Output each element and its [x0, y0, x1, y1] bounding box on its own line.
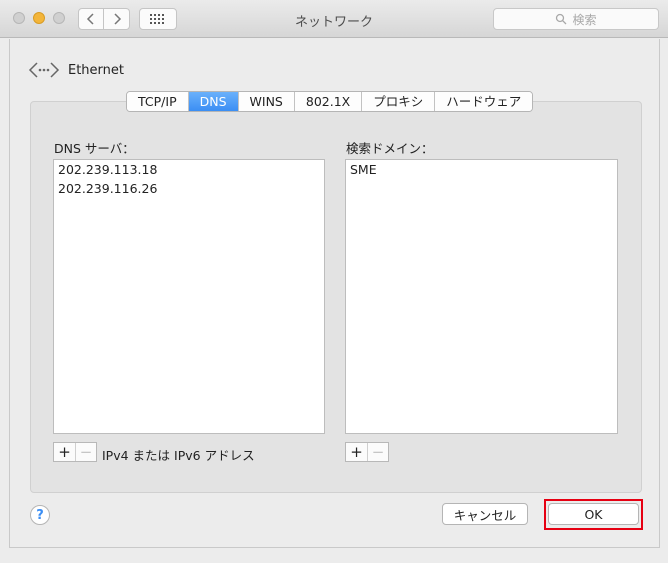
- search-domain-row[interactable]: SME: [346, 160, 617, 179]
- tab-dns[interactable]: DNS: [188, 92, 239, 111]
- help-button[interactable]: ?: [30, 505, 50, 525]
- search-domains-controls: + −: [345, 442, 389, 462]
- search-icon: [556, 13, 567, 25]
- search-domains-label: 検索ドメイン：: [346, 141, 434, 156]
- tab-bar: TCP/IP DNS WINS 802.1X プロキシ ハードウェア: [126, 91, 534, 112]
- cancel-button[interactable]: キャンセル: [442, 503, 528, 525]
- title-bar: ネットワーク 検索: [0, 0, 668, 38]
- tab-proxy[interactable]: プロキシ: [362, 92, 436, 111]
- device-label: Ethernet: [68, 62, 124, 78]
- search-field[interactable]: 検索: [493, 8, 659, 30]
- remove-search-domain-button[interactable]: −: [367, 443, 388, 461]
- ok-button[interactable]: OK: [548, 503, 639, 525]
- search-domains-list[interactable]: SME: [345, 159, 618, 434]
- advanced-settings-sheet: Ethernet TCP/IP DNS WINS 802.1X プロキシ ハード…: [9, 39, 660, 548]
- tab-802-1x[interactable]: 802.1X: [294, 92, 363, 111]
- add-search-domain-button[interactable]: +: [346, 443, 367, 461]
- tab-hardware[interactable]: ハードウェア: [435, 92, 533, 111]
- search-placeholder: 検索: [572, 12, 597, 27]
- dns-servers-label: DNS サーバ：: [54, 141, 135, 156]
- add-dns-server-button[interactable]: +: [54, 443, 75, 461]
- ethernet-icon: [28, 62, 60, 78]
- dns-servers-controls: + −: [53, 442, 97, 462]
- remove-dns-server-button[interactable]: −: [75, 443, 96, 461]
- dns-server-row[interactable]: 202.239.113.18: [54, 160, 324, 179]
- dns-servers-list[interactable]: 202.239.113.18 202.239.116.26: [53, 159, 325, 434]
- tab-wins[interactable]: WINS: [238, 92, 295, 111]
- device-header: Ethernet: [28, 60, 124, 80]
- dns-server-row[interactable]: 202.239.116.26: [54, 179, 324, 198]
- dns-address-hint: IPv4 または IPv6 アドレス: [102, 448, 255, 463]
- tab-tcp-ip[interactable]: TCP/IP: [127, 92, 189, 111]
